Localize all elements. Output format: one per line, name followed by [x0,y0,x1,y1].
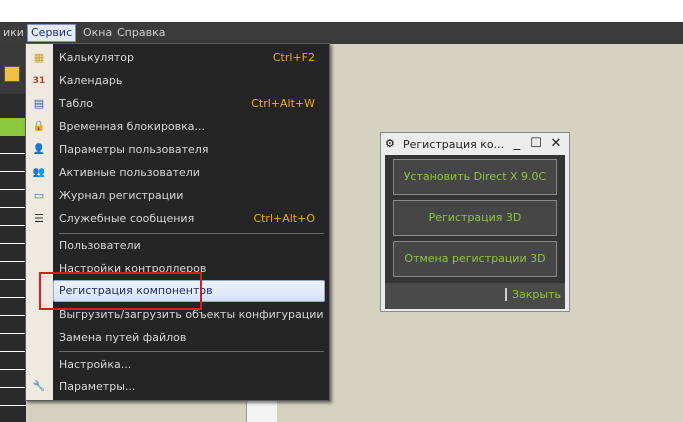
menu-item-parameters[interactable]: 🔧 Параметры... [26,376,329,398]
menu-item-users[interactable]: Пользователи [26,235,329,257]
table-icon: ▤ [33,97,45,110]
menu-bar: ики Сервис Окна Справка [0,22,683,44]
calendar-icon: 31 [32,76,46,86]
menu-item-service[interactable]: Сервис [27,24,77,42]
menu-item-user-params[interactable]: 👤 Параметры пользователя [26,139,329,161]
left-toolbar [0,44,26,94]
open-folder-icon[interactable] [4,66,20,82]
menu-separator [59,233,324,234]
minimize-icon[interactable]: _ [509,135,525,153]
log-icon: ▭ [33,189,45,202]
menu-separator [59,351,324,352]
lock-user-icon: 🔒 [32,121,46,132]
menu-item-help[interactable]: Справка [114,25,168,41]
user-settings-icon: 👤 [32,144,46,155]
dialog-footer: Закрыть [385,283,565,309]
highlight-annotation [39,272,202,310]
active-users-icon: 👥 [32,167,46,178]
dialog-app-icon: ⚙ [385,137,395,150]
service-menu: ▦ Калькулятор Ctrl+F2 31 Календарь ▤ Таб… [25,43,330,401]
menu-item-service-messages[interactable]: ☰ Служебные сообщения Ctrl+Alt+O [26,208,329,230]
dialog-titlebar[interactable]: ⚙ Регистрация ко... _ ☐ ✕ [381,133,569,155]
install-directx-button[interactable]: Установить Direct X 9.0C [393,159,557,195]
register-3d-button[interactable]: Регистрация 3D [393,200,557,236]
dialog-title: Регистрация ко... [403,138,505,151]
dialog-body: Установить Direct X 9.0C Регистрация 3D … [385,155,565,283]
wrench-icon: 🔧 [32,381,46,392]
close-button[interactable]: Закрыть [505,288,561,301]
menu-item-active-users[interactable]: 👥 Активные пользователи [26,162,329,184]
menu-item-reg-log[interactable]: ▭ Журнал регистрации [26,185,329,207]
menu-item-calendar[interactable]: 31 Календарь [26,70,329,92]
menu-item-settings[interactable]: Настройка... [26,354,329,376]
menu-item-temp-lock[interactable]: 🔒 Временная блокировка... [26,116,329,138]
left-panel-list[interactable] [0,136,26,422]
background-window-edge [246,398,277,422]
menu-item-replace-paths[interactable]: Замена путей файлов [26,327,329,349]
left-panel-selected-row[interactable] [0,118,26,136]
calculator-icon: ▦ [33,51,45,64]
close-icon[interactable]: ✕ [548,135,564,153]
menu-item-windows[interactable]: Окна [80,25,115,41]
cancel-register-3d-button[interactable]: Отмена регистрации 3D [393,241,557,277]
register-components-dialog: ⚙ Регистрация ко... _ ☐ ✕ Установить Dir… [380,132,570,312]
menu-item-calculator[interactable]: ▦ Калькулятор Ctrl+F2 [26,47,329,69]
messages-icon: ☰ [34,212,44,225]
maximize-icon[interactable]: ☐ [528,135,544,153]
menu-item-truncated[interactable]: ики [0,25,27,41]
menu-item-table[interactable]: ▤ Табло Ctrl+Alt+W [26,93,329,115]
